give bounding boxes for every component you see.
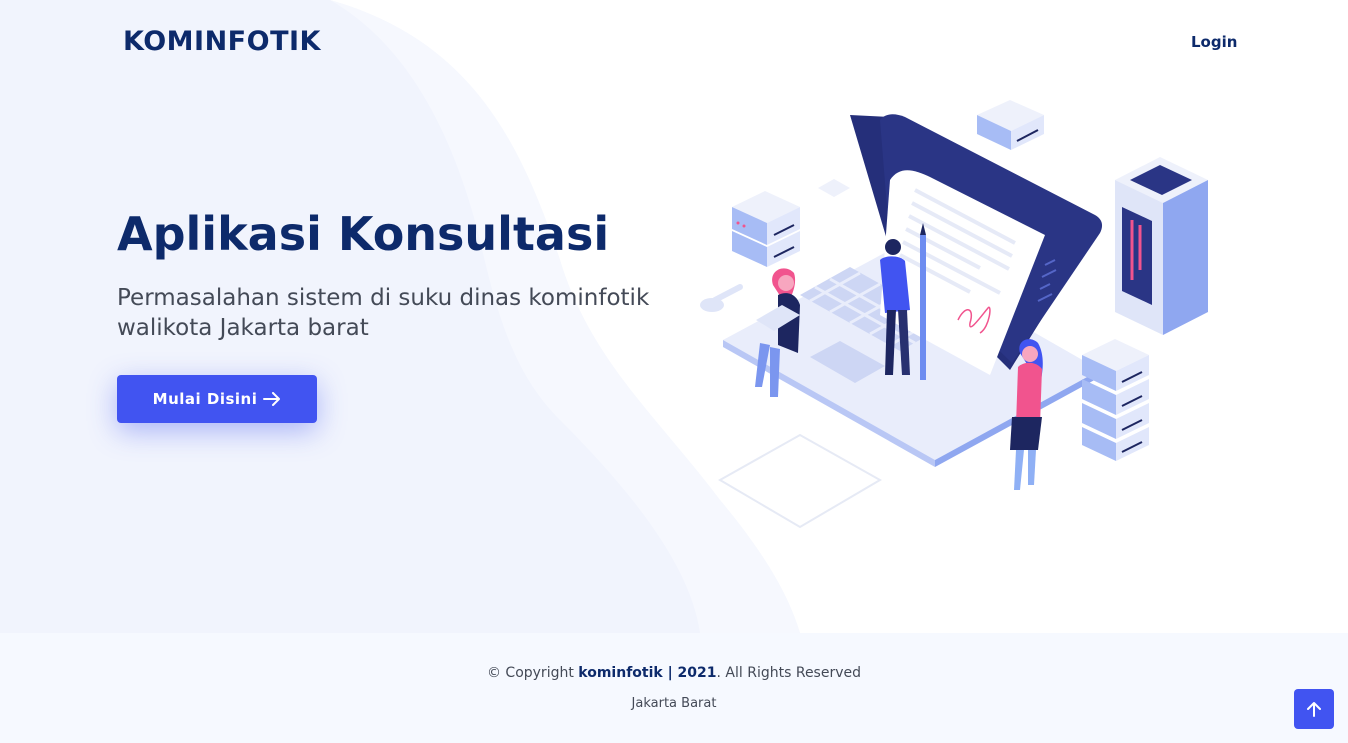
header: KOMINFOTIK Login — [0, 0, 1348, 84]
arrow-right-icon — [263, 392, 281, 406]
copyright-suffix: . All Rights Reserved — [716, 665, 862, 681]
login-link[interactable]: Login — [1191, 33, 1237, 51]
footer: © Copyright kominfotik | 2021. All Right… — [0, 633, 1348, 743]
back-to-top-button[interactable] — [1294, 689, 1334, 729]
footer-city: Jakarta Barat — [631, 696, 717, 711]
arrow-up-icon — [1307, 701, 1321, 717]
site-logo[interactable]: KOMINFOTIK — [123, 26, 321, 57]
hero-illustration — [700, 100, 1208, 529]
copyright-text: © Copyright kominfotik | 2021. All Right… — [0, 665, 1348, 681]
start-button-label: Mulai Disini — [152, 390, 258, 408]
copyright-prefix: © Copyright — [486, 665, 579, 681]
copyright-brand: kominfotik | 2021 — [578, 665, 717, 681]
page: KOMINFOTIK Login Aplikasi Konsultasi Per… — [0, 0, 1348, 743]
start-button[interactable]: Mulai Disini — [117, 375, 317, 423]
hero-subtitle: Permasalahan sistem di suku dinas kominf… — [117, 285, 650, 341]
hero-title: Aplikasi Konsultasi — [117, 207, 610, 261]
